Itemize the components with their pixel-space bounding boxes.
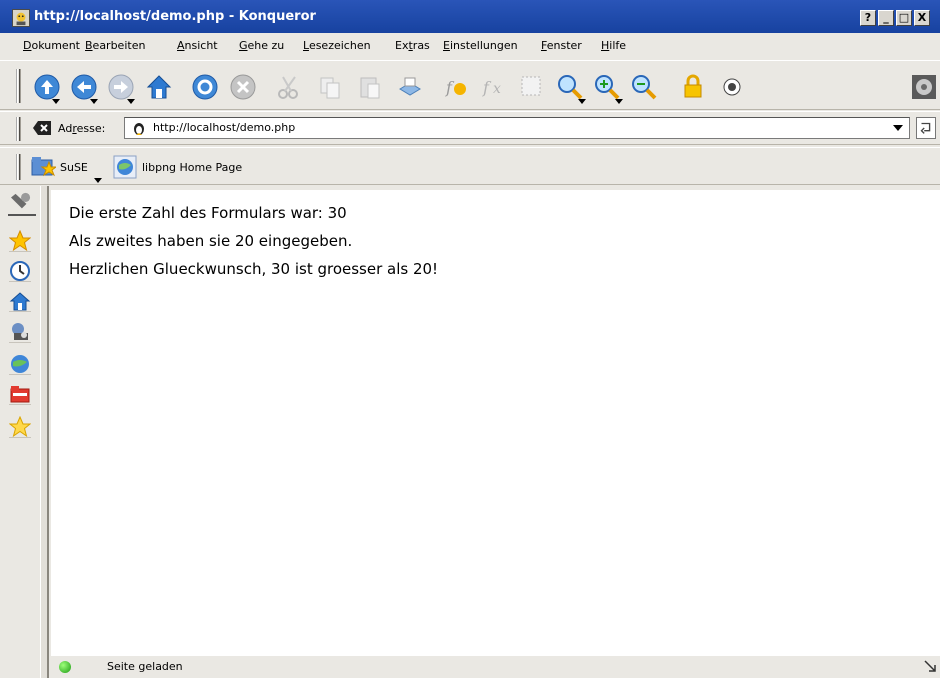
window-title: http://localhost/demo.php - Konqueror — [34, 9, 316, 24]
print-icon[interactable] — [396, 73, 424, 101]
menu-extras[interactable]: Extras — [395, 39, 430, 52]
panel-resize-handle[interactable] — [40, 186, 49, 678]
security-icon[interactable] — [722, 77, 742, 97]
menu-lesezeichen[interactable]: Lesezeichen — [303, 39, 371, 52]
home-folder-icon[interactable] — [9, 290, 31, 312]
menu-bearbeiten[interactable]: Bearbeiten — [85, 39, 145, 52]
bookmark-toolbar: SuSE libpng Home Page — [0, 147, 940, 185]
globe-icon[interactable] — [113, 155, 137, 179]
url-dropdown-icon[interactable] — [893, 125, 903, 131]
go-icon[interactable] — [916, 117, 936, 139]
bookmark-suse[interactable]: SuSE — [60, 161, 88, 174]
back-dropdown-icon[interactable] — [90, 99, 98, 104]
title-bar[interactable]: http://localhost/demo.php - Konqueror ? … — [0, 0, 940, 33]
svg-text:f: f — [482, 78, 492, 97]
toolbar-grip[interactable] — [16, 117, 21, 141]
zoom-dropdown-icon[interactable] — [578, 99, 586, 104]
history-clock-icon[interactable] — [9, 260, 31, 282]
cut-icon[interactable] — [275, 73, 303, 101]
menu-gehe-zu[interactable]: Gehe zu — [239, 39, 284, 52]
wrench-icon[interactable] — [8, 192, 36, 216]
zoom-in-dropdown-icon[interactable] — [615, 99, 623, 104]
resize-grip-icon[interactable] — [924, 660, 936, 675]
status-led-icon — [59, 661, 71, 673]
up-dropdown-icon[interactable] — [52, 99, 60, 104]
suse-dropdown-icon[interactable] — [94, 178, 102, 183]
paste-icon[interactable] — [356, 73, 384, 101]
folder-star-icon[interactable] — [30, 154, 58, 178]
increase-font-icon[interactable]: f — [443, 73, 471, 101]
konqueror-window: http://localhost/demo.php - Konqueror ? … — [0, 0, 940, 678]
folder-red-icon[interactable] — [9, 383, 31, 405]
minimize-button[interactable]: _ — [878, 10, 894, 26]
menu-fenster[interactable]: Fenster — [541, 39, 582, 52]
main-toolbar: f fx — [0, 60, 940, 110]
bookmarks-star-icon[interactable] — [8, 229, 32, 252]
close-button[interactable]: X — [914, 10, 930, 26]
konqueror-app-icon[interactable] — [12, 9, 30, 27]
status-bar: Seite geladen — [51, 656, 940, 678]
home-icon[interactable] — [145, 73, 173, 101]
forward-dropdown-icon[interactable] — [127, 99, 135, 104]
result-line-first: Die erste Zahl des Formulars war: 30 — [69, 204, 347, 222]
location-label: Adresse: — [58, 122, 106, 135]
konqueror-activity-icon — [910, 73, 938, 101]
up-icon[interactable] — [33, 73, 61, 101]
zoom-icon[interactable] — [556, 73, 584, 101]
web-globe-icon[interactable] — [9, 353, 31, 375]
menu-einstellungen[interactable]: Einstellungen — [443, 39, 518, 52]
tux-page-icon — [131, 120, 147, 136]
back-icon[interactable] — [70, 73, 98, 101]
clear-location-icon[interactable] — [33, 121, 51, 135]
result-line-second: Als zweites haben sie 20 eingegeben. — [69, 232, 353, 250]
navigation-panel — [0, 186, 40, 670]
help-button[interactable]: ? — [860, 10, 876, 26]
find-icon[interactable] — [518, 73, 546, 101]
maximize-button[interactable]: □ — [896, 10, 912, 26]
toolbar-grip[interactable] — [16, 154, 21, 180]
menu-ansicht[interactable]: Ansicht — [177, 39, 218, 52]
network-icon[interactable] — [9, 321, 31, 343]
zoom-in-icon[interactable] — [593, 73, 621, 101]
menu-dokument[interactable]: Dokument — [23, 39, 80, 52]
decrease-font-icon[interactable]: fx — [480, 73, 508, 101]
favorite-star-icon[interactable] — [8, 415, 32, 438]
result-line-congrats: Herzlichen Glueckwunsch, 30 ist groesser… — [69, 260, 439, 278]
stop-icon[interactable] — [229, 73, 257, 101]
page-content: Die erste Zahl des Formulars war: 30 Als… — [51, 190, 940, 658]
bookmark-libpng[interactable]: libpng Home Page — [142, 161, 242, 174]
url-input[interactable]: http://localhost/demo.php — [124, 117, 910, 139]
copy-icon[interactable] — [316, 73, 344, 101]
status-text: Seite geladen — [107, 660, 183, 673]
reload-icon[interactable] — [191, 73, 219, 101]
menu-bar: Dokument Bearbeiten Ansicht Gehe zu Lese… — [0, 33, 940, 58]
url-text: http://localhost/demo.php — [153, 121, 296, 134]
svg-text:f: f — [445, 78, 455, 97]
forward-icon[interactable] — [107, 73, 135, 101]
lock-icon[interactable] — [679, 73, 707, 101]
toolbar-grip[interactable] — [16, 69, 21, 103]
menu-hilfe[interactable]: Hilfe — [601, 39, 626, 52]
svg-text:x: x — [493, 81, 501, 97]
zoom-out-icon[interactable] — [630, 73, 658, 101]
